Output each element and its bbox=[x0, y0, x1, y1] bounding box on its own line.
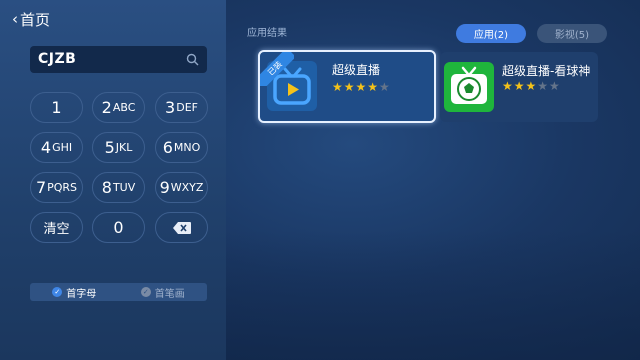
key-number: 3 bbox=[165, 98, 176, 117]
key-5[interactable]: 5 JKL bbox=[92, 132, 145, 163]
mode-strokes-label: 首笔画 bbox=[154, 288, 185, 300]
key-0[interactable]: 0 bbox=[92, 212, 145, 243]
installed-badge: 已装 bbox=[260, 52, 294, 86]
rating-stars: ★★★★★ bbox=[502, 79, 561, 93]
input-mode-toggle[interactable]: ✓ 首字母 ✓ 首笔画 bbox=[30, 283, 207, 301]
app-name: 超级直播 bbox=[332, 63, 381, 77]
key-8[interactable]: 8 TUV bbox=[92, 172, 145, 203]
key-9[interactable]: 9 WXYZ bbox=[155, 172, 208, 203]
key-letters: JKL bbox=[115, 141, 133, 154]
clear-button[interactable]: 清空 bbox=[30, 212, 83, 243]
key-letters: PQRS bbox=[47, 181, 78, 194]
key-letters: DEF bbox=[176, 101, 198, 114]
key-1[interactable]: 1 bbox=[30, 92, 83, 123]
key-letters: TUV bbox=[112, 181, 136, 194]
key-number: 6 bbox=[162, 138, 173, 157]
app-card-chaoji-zhibo[interactable]: 已装 超级直播 ★★★★★ bbox=[258, 50, 436, 123]
app-name: 超级直播-看球神 bbox=[502, 64, 591, 78]
rating-stars: ★★★★★ bbox=[332, 80, 391, 94]
key-3[interactable]: 3 DEF bbox=[155, 92, 208, 123]
backspace-icon bbox=[172, 221, 191, 234]
mode-strokes[interactable]: ✓ 首笔画 bbox=[119, 283, 208, 301]
key-number: 0 bbox=[113, 218, 124, 237]
key-4[interactable]: 4 GHI bbox=[30, 132, 83, 163]
check-icon: ✓ bbox=[140, 287, 151, 297]
check-icon: ✓ bbox=[52, 287, 63, 297]
tab-videos[interactable]: 影视(5) bbox=[537, 24, 607, 43]
key-6[interactable]: 6 MNO bbox=[155, 132, 208, 163]
key-2[interactable]: 2 ABC bbox=[92, 92, 145, 123]
key-number: 8 bbox=[101, 178, 112, 197]
key-number: 1 bbox=[51, 98, 62, 117]
tab-apps[interactable]: 应用(2) bbox=[456, 24, 526, 43]
background-shade bbox=[226, 230, 640, 360]
key-number: 7 bbox=[35, 178, 47, 197]
key-number: 5 bbox=[104, 138, 115, 157]
key-number: 4 bbox=[40, 138, 52, 157]
installed-badge-label: 已装 bbox=[260, 52, 294, 86]
clear-label: 清空 bbox=[43, 222, 70, 237]
chevron-left-icon: ‹ bbox=[12, 10, 18, 28]
app-icon bbox=[444, 62, 494, 112]
key-7[interactable]: 7 PQRS bbox=[30, 172, 83, 203]
key-letters: ABC bbox=[112, 101, 136, 114]
search-value: CJZB bbox=[38, 51, 77, 67]
key-letters: GHI bbox=[52, 141, 73, 154]
search-icon bbox=[186, 53, 199, 66]
key-number: 9 bbox=[159, 178, 170, 197]
search-input[interactable]: CJZB bbox=[30, 46, 207, 73]
app-card-kanqiushen[interactable]: 超级直播-看球神 ★★★★★ bbox=[440, 52, 598, 122]
mode-initials[interactable]: ✓ 首字母 bbox=[30, 283, 119, 301]
mode-initials-label: 首字母 bbox=[66, 288, 97, 300]
back-button[interactable]: ‹ 首页 bbox=[12, 9, 50, 30]
key-letters: WXYZ bbox=[170, 181, 204, 194]
soccer-tv-icon bbox=[451, 66, 487, 104]
key-letters: MNO bbox=[173, 141, 201, 154]
back-label: 首页 bbox=[20, 11, 51, 29]
backspace-button[interactable] bbox=[155, 212, 208, 243]
section-title: 应用结果 bbox=[247, 28, 287, 39]
key-number: 2 bbox=[101, 98, 112, 117]
